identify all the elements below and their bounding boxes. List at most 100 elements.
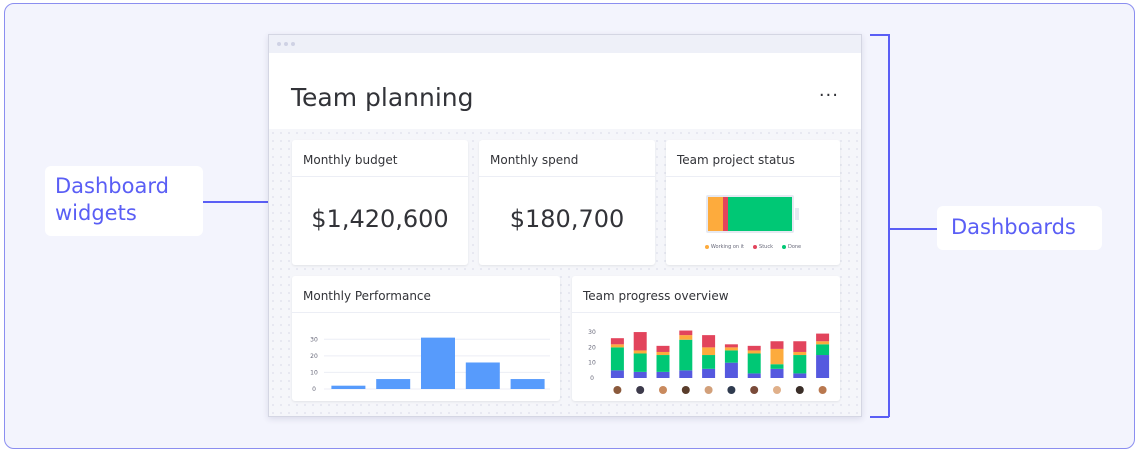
progress-bar-segment <box>679 370 693 378</box>
avatar <box>636 386 645 394</box>
legend-item: Stuck <box>753 244 773 250</box>
monthly-budget-widget[interactable]: Monthly budget $1,420,600 <box>292 140 468 265</box>
dashboards-connector-line <box>889 228 937 230</box>
progress-bar-segment <box>702 368 716 378</box>
window-titlebar <box>269 35 861 53</box>
window-dot-icon[interactable] <box>277 42 281 46</box>
dashboards-bracket-top <box>870 34 889 36</box>
progress-bar-segment <box>633 371 647 378</box>
progress-bar-segment <box>724 362 738 378</box>
progress-bar-segment <box>793 341 807 352</box>
widgets-connector-line <box>203 201 277 203</box>
monthly-spend-widget[interactable]: Monthly spend $180,700 <box>479 140 655 265</box>
performance-bar <box>421 337 455 389</box>
dashboard-window: Team planning ··· Monthly budget $1,420,… <box>268 34 862 417</box>
legend-swatch <box>753 245 758 249</box>
battery-tip <box>795 208 799 220</box>
dashboards-callout: Dashboards <box>937 206 1102 250</box>
avatar <box>818 386 827 394</box>
window-dot-icon[interactable] <box>284 42 288 46</box>
team-progress-overview-widget[interactable]: Team progress overview 30 20 10 0 <box>572 276 840 401</box>
progress-bar-segment <box>633 332 647 351</box>
widget-title: Monthly Performance <box>292 276 560 313</box>
progress-bar-segment <box>610 344 624 348</box>
progress-bar-segment <box>610 347 624 371</box>
legend-label: Done <box>787 244 802 250</box>
dashboards-bracket-bottom <box>870 416 889 418</box>
widget-title: Monthly budget <box>292 140 468 177</box>
progress-bar-segment <box>793 355 807 374</box>
team-project-status-widget[interactable]: Team project status Working on it Stuck Do… <box>666 140 840 265</box>
progress-bar-segment <box>724 350 738 363</box>
budget-value: $1,420,600 <box>311 205 449 233</box>
progress-bar-segment <box>793 351 807 356</box>
y-tick-label: 20 <box>588 344 596 351</box>
callout-widgets-line-2: widgets <box>55 201 137 225</box>
y-tick-label: 0 <box>590 375 594 382</box>
progress-bar-segment <box>770 368 784 378</box>
progress-bar-segment <box>610 338 624 345</box>
progress-bar-segment <box>816 355 830 378</box>
progress-bar-segment <box>679 330 693 336</box>
window-controls <box>277 42 295 46</box>
avatar <box>659 386 667 394</box>
progress-bar-segment <box>724 347 738 351</box>
progress-bar-segment <box>793 373 807 378</box>
avatar <box>704 386 713 394</box>
progress-bar-segment <box>747 353 761 374</box>
progress-bar-segment <box>770 364 784 369</box>
widget-title: Team project status <box>666 140 840 177</box>
progress-bar-segment <box>816 341 830 345</box>
progress-bar-segment <box>747 345 761 351</box>
progress-bar-segment <box>679 339 693 371</box>
avatar <box>750 386 759 394</box>
y-tick-label: 10 <box>588 360 596 367</box>
performance-bar <box>331 385 366 389</box>
dashboard-header: Team planning ··· <box>269 53 861 129</box>
status-legend: Working on it Stuck Done <box>666 244 840 250</box>
spend-value: $180,700 <box>509 205 625 233</box>
more-horizontal-icon[interactable]: ··· <box>819 85 839 106</box>
legend-swatch <box>781 245 786 249</box>
team-progress-chart: 30 20 10 0 <box>588 329 830 394</box>
y-tick-label: 0 <box>312 386 316 393</box>
page-title: Team planning <box>291 83 474 112</box>
performance-bar <box>465 362 500 389</box>
progress-bar-segment <box>702 347 716 356</box>
legend-item: Working on it <box>704 244 745 250</box>
progress-bar-segment <box>656 351 670 356</box>
status-segment <box>728 197 792 231</box>
monthly-performance-widget[interactable]: Monthly Performance 30 20 10 0 <box>292 276 560 401</box>
dashboards-bracket-vertical <box>888 34 890 417</box>
progress-bar-segment <box>770 348 784 365</box>
avatar <box>795 386 804 394</box>
status-segment <box>708 197 724 231</box>
progress-bar-segment <box>747 373 761 378</box>
progress-bar-segment <box>679 335 693 340</box>
y-tick-label: 20 <box>310 353 318 360</box>
progress-bar-segment <box>724 344 738 348</box>
progress-bar-segment <box>633 350 647 354</box>
progress-bar-segment <box>702 355 716 369</box>
progress-bar-segment <box>816 344 830 356</box>
progress-bar-segment <box>816 333 830 342</box>
avatar <box>773 386 781 394</box>
avatar <box>681 386 690 394</box>
legend-item: Done <box>781 244 802 250</box>
progress-bar-segment <box>656 355 670 372</box>
dashboard-widgets-callout: Dashboard widgets <box>45 166 203 236</box>
avatar <box>727 386 736 394</box>
monthly-performance-chart: 30 20 10 0 <box>310 336 550 393</box>
window-dot-icon[interactable] <box>291 42 295 46</box>
battery-status-bar <box>706 195 799 233</box>
y-tick-label: 30 <box>310 336 318 343</box>
progress-bar-segment <box>633 353 647 372</box>
progress-bar-segment <box>747 350 761 354</box>
performance-bar <box>510 379 545 389</box>
performance-bar <box>376 379 411 389</box>
widget-title: Monthly spend <box>479 140 655 177</box>
legend-label: Working on it <box>710 244 745 250</box>
progress-bar-segment <box>702 335 716 348</box>
widget-title: Team progress overview <box>572 276 840 313</box>
y-tick-label: 30 <box>588 329 596 336</box>
